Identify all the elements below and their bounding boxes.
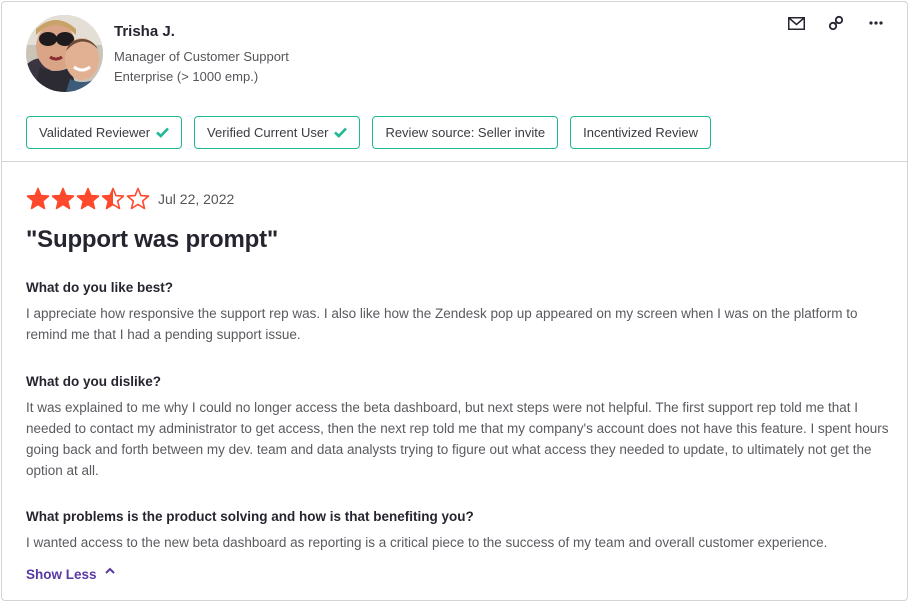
qa-like-best: What do you like best? I appreciate how … xyxy=(26,280,891,345)
qa-question: What do you like best? xyxy=(26,280,174,295)
star-full-icon xyxy=(51,187,75,210)
star-full-icon xyxy=(76,187,100,210)
badge-label: Incentivized Review xyxy=(583,125,699,140)
star-rating xyxy=(26,187,150,211)
copy-link-button[interactable] xyxy=(827,14,845,32)
badge-label: Validated Reviewer xyxy=(39,125,151,140)
qa-question: What do you dislike? xyxy=(26,374,162,389)
chevron-up-icon xyxy=(104,567,115,574)
more-options-button[interactable] xyxy=(867,14,885,32)
reviewer-company-size: Enterprise (> 1000 emp.) xyxy=(114,69,259,84)
badge-validated-reviewer[interactable]: Validated Reviewer xyxy=(26,116,183,149)
star-empty-icon xyxy=(126,187,150,210)
badge-verified-current-user[interactable]: Verified Current User xyxy=(194,116,361,149)
badge-label: Verified Current User xyxy=(207,125,329,140)
reviewer-name: Trisha J. xyxy=(114,23,175,40)
email-button[interactable] xyxy=(787,14,805,32)
show-less-label: Show Less xyxy=(26,567,97,582)
reviewer-avatar xyxy=(26,15,103,92)
show-less-link[interactable]: Show Less xyxy=(26,567,115,582)
qa-answer: It was explained to me why I could no lo… xyxy=(26,400,889,478)
star-half-icon xyxy=(101,187,125,210)
qa-answer: I appreciate how responsive the support … xyxy=(26,306,858,342)
badge-incentivized-review[interactable]: Incentivized Review xyxy=(570,116,712,149)
qa-question: What problems is the product solving and… xyxy=(26,509,474,524)
more-icon xyxy=(869,21,883,25)
header-actions xyxy=(787,14,885,32)
qa-dislike: What do you dislike? It was explained to… xyxy=(26,374,891,481)
star-full-icon xyxy=(26,187,50,210)
profile-photo-icon xyxy=(26,15,103,92)
badge-label: Review source: Seller invite xyxy=(385,125,546,140)
mail-icon xyxy=(787,16,805,30)
header-divider xyxy=(2,161,907,162)
link-icon xyxy=(828,15,844,31)
badge-review-source[interactable]: Review source: Seller invite xyxy=(372,116,559,149)
rating-row: Jul 22, 2022 xyxy=(26,187,234,211)
reviewer-badges: Validated Reviewer Verified Current User… xyxy=(26,116,712,149)
review-title: "Support was prompt" xyxy=(26,226,279,253)
check-icon xyxy=(334,127,348,138)
review-date: Jul 22, 2022 xyxy=(158,191,235,207)
reviewer-title: Manager of Customer Support xyxy=(114,49,289,64)
review-card: Trisha J. Manager of Customer Support En… xyxy=(1,1,908,601)
check-icon xyxy=(156,127,169,138)
qa-answer: I wanted access to the new beta dashboar… xyxy=(26,535,828,550)
qa-problems-solving: What problems is the product solving and… xyxy=(26,509,891,553)
